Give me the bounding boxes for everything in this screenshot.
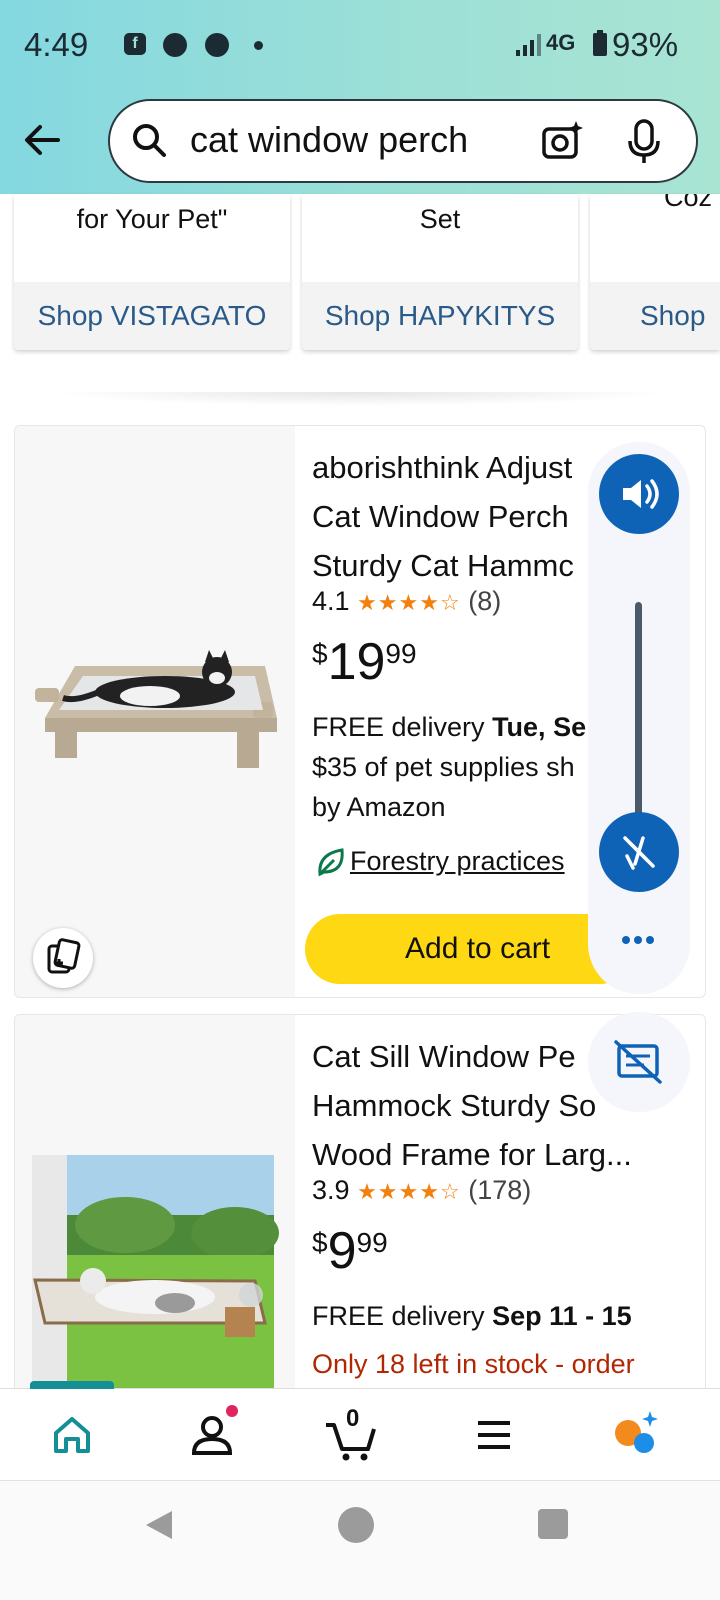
cart-icon[interactable]: 0 <box>320 1403 384 1467</box>
bottom-navigation: 0 <box>0 1381 720 1480</box>
price-fraction: 99 <box>385 638 417 669</box>
home-icon[interactable] <box>40 1403 104 1467</box>
system-recents-icon[interactable] <box>538 1509 568 1539</box>
price-fraction: 99 <box>356 1227 388 1258</box>
back-arrow-icon[interactable] <box>18 115 68 165</box>
review-count: (178) <box>468 1175 532 1205</box>
account-icon[interactable] <box>180 1403 244 1467</box>
price-currency: $ <box>312 638 328 669</box>
delivery-prefix: FREE delivery <box>312 712 493 742</box>
product-price: $999 <box>312 1221 388 1281</box>
product-rating[interactable]: 4.1 ★★★★☆ (8) <box>312 586 501 617</box>
rating-value: 3.9 <box>312 1175 350 1205</box>
signal-icon <box>516 34 542 56</box>
volume-icon[interactable] <box>599 454 679 534</box>
product-title-line[interactable]: Wood Frame for Larg... <box>312 1130 692 1179</box>
system-navigation-bar <box>0 1480 720 1600</box>
delivery-info: FREE delivery Tue, Se <box>312 712 586 743</box>
review-count: (8) <box>468 586 502 616</box>
product-rating[interactable]: 3.9 ★★★★☆ (178) <box>312 1175 531 1206</box>
app-header: 4:49 f 4G 93% cat window perch <box>0 0 720 194</box>
shop-vistagato-link[interactable]: Shop VISTAGATO <box>14 282 290 350</box>
cat-perch-image <box>35 650 277 768</box>
cat-window-hammock-image <box>32 1155 279 1433</box>
microphone-icon[interactable] <box>624 119 664 165</box>
add-to-cart-button[interactable]: Add to cart <box>305 914 635 984</box>
search-icon <box>130 121 170 161</box>
cart-count: 0 <box>346 1405 360 1432</box>
shop-hapykitys-link[interactable]: Shop HAPYKITYS <box>302 282 578 350</box>
delivery-prefix: FREE delivery <box>312 1301 493 1331</box>
active-tab-indicator <box>30 1381 114 1389</box>
compare-add-icon[interactable] <box>33 928 93 988</box>
price-currency: $ <box>312 1227 328 1258</box>
brand-card-partial[interactable]: Coz Shop <box>590 194 720 350</box>
product-image[interactable] <box>15 426 295 997</box>
delivery-info: FREE delivery Sep 11 - 15 <box>312 1301 632 1332</box>
delivery-line: $35 of pet supplies sh <box>312 752 575 782</box>
live-caption-icon[interactable] <box>588 1012 690 1112</box>
delivery-date: Tue, Se <box>492 712 587 742</box>
facebook-icon: f <box>124 33 146 55</box>
delivery-line: by Amazon <box>312 792 446 822</box>
system-back-icon[interactable] <box>140 1505 180 1545</box>
network-label: 4G <box>546 30 576 55</box>
messenger-icon <box>163 33 187 57</box>
vibrate-mute-icon[interactable] <box>599 812 679 892</box>
dot-icon <box>254 41 263 50</box>
leaf-icon <box>312 844 348 880</box>
stock-warning: Only 18 left in stock - order <box>312 1349 635 1379</box>
brand-card-text: for Your Pet" <box>76 204 228 234</box>
search-input[interactable]: cat window perch <box>190 119 468 161</box>
status-time: 4:49 <box>24 26 89 63</box>
shop-link-partial[interactable]: Shop <box>590 282 720 350</box>
battery-percent: 93% <box>612 26 679 63</box>
volume-slider[interactable] <box>635 602 642 842</box>
forestry-practices-link[interactable]: Forestry practices <box>350 846 565 877</box>
brand-card-text: Set <box>419 204 461 234</box>
delivery-date: Sep 11 - 15 <box>492 1301 632 1331</box>
product-image[interactable] <box>15 1015 295 1433</box>
more-options-icon[interactable] <box>618 928 658 952</box>
star-rating-icon: ★★★★☆ <box>357 590 461 615</box>
section-divider <box>50 392 670 406</box>
battery-icon <box>593 30 607 56</box>
star-rating-icon: ★★★★☆ <box>357 1179 461 1204</box>
search-bar[interactable]: cat window perch <box>108 99 698 183</box>
rating-value: 4.1 <box>312 586 350 616</box>
brand-card-text: Coz <box>664 194 713 212</box>
product-price: $1999 <box>312 632 417 692</box>
volume-panel <box>588 442 690 994</box>
camera-search-icon[interactable] <box>540 119 584 163</box>
menu-icon[interactable] <box>462 1403 526 1467</box>
price-whole: 19 <box>327 633 386 691</box>
system-home-icon[interactable] <box>338 1507 374 1543</box>
brand-card-hapykitys[interactable]: Set Shop HAPYKITYS <box>302 194 578 350</box>
brand-card-vistagato[interactable]: for Your Pet" Shop VISTAGATO <box>14 194 290 350</box>
price-whole: 9 <box>327 1222 357 1280</box>
messenger-icon <box>205 33 229 57</box>
assistant-icon[interactable] <box>604 1403 668 1467</box>
